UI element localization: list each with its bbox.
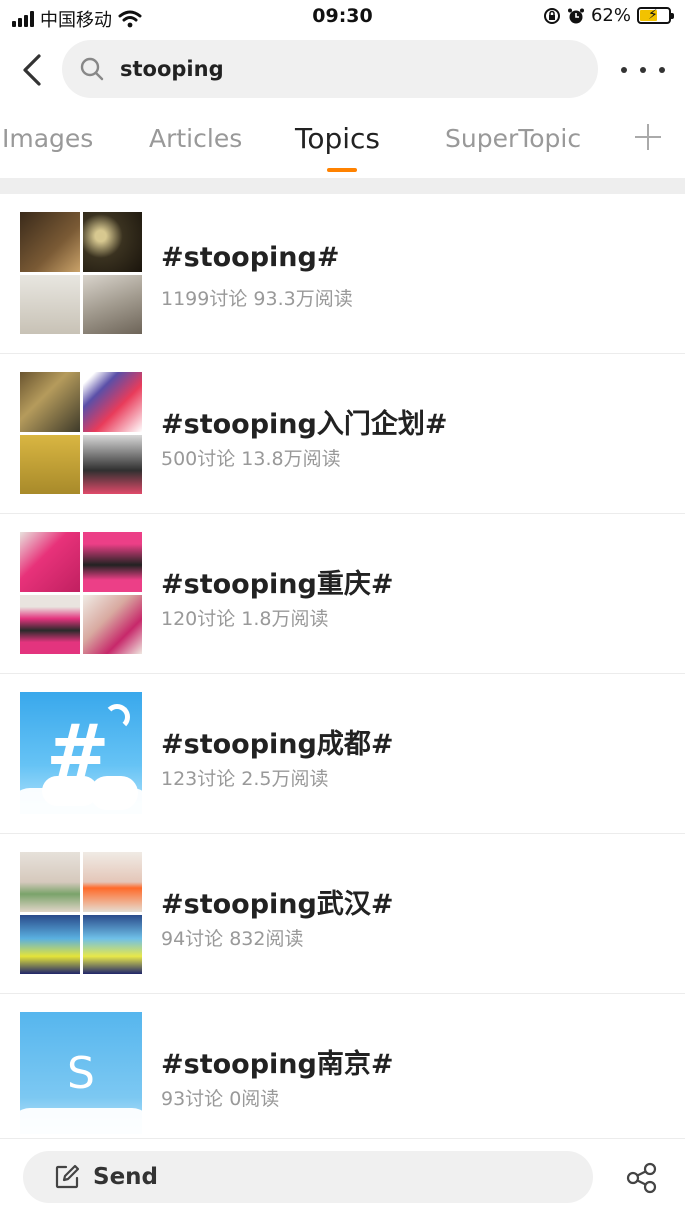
tab-images[interactable]: Images: [2, 124, 93, 153]
thumbnail-photo: [82, 212, 142, 272]
topic-title: #stooping入门企划#: [161, 409, 448, 440]
battery-percent: 62%: [590, 5, 631, 26]
topic-stats: 500讨论 13.8万阅读: [161, 448, 341, 470]
topic-stats: 123讨论 2.5万阅读: [161, 768, 329, 790]
edit-icon: [53, 1163, 81, 1191]
search-header: [0, 38, 685, 102]
topic-thumbnail: [20, 852, 142, 974]
topic-thumbnail: [20, 212, 142, 334]
avatar-letter: S: [67, 1048, 95, 1099]
chevron-left-icon: [23, 54, 41, 86]
topic-title: #stooping南京#: [161, 1049, 394, 1080]
status-bar: 中国移动 09:30 62% ⚡: [0, 0, 685, 34]
share-button[interactable]: [625, 1161, 659, 1195]
thumbnail-photo: [82, 274, 142, 334]
topic-item[interactable]: #stooping重庆# 120讨论 1.8万阅读: [0, 514, 685, 674]
hashtag-wifi-icon: #: [20, 692, 142, 814]
share-icon: [626, 1162, 657, 1194]
topic-list: #stooping# 1199讨论 93.3万阅读 #stooping入门企划#…: [0, 194, 685, 1154]
add-tab-button[interactable]: [633, 122, 663, 152]
battery-icon: ⚡: [637, 7, 674, 24]
bottom-bar: Send: [0, 1138, 685, 1209]
topic-thumbnail: #: [20, 692, 142, 814]
thumbnail-photo: [20, 594, 80, 654]
thumbnail-photo: [20, 274, 80, 334]
thumbnail-photo: [20, 372, 80, 432]
active-tab-indicator: [327, 168, 357, 172]
search-tabs: Images Articles Topics SuperTopic: [0, 110, 685, 176]
back-button[interactable]: [14, 50, 50, 90]
tab-supertopic[interactable]: SuperTopic: [445, 124, 581, 153]
more-dot-icon: [621, 67, 627, 73]
thumbnail-photo: [82, 434, 142, 494]
thumbnail-photo: [82, 594, 142, 654]
search-input[interactable]: [120, 57, 540, 81]
topic-item[interactable]: # #stooping成都# 123讨论 2.5万阅读: [0, 674, 685, 834]
more-options-button[interactable]: [621, 56, 665, 84]
topic-stats: 1199讨论 93.3万阅读: [161, 288, 353, 310]
send-label: Send: [93, 1164, 159, 1190]
topic-stats: 120讨论 1.8万阅读: [161, 608, 329, 630]
topic-title: #stooping成都#: [161, 729, 394, 760]
topic-title: #stooping武汉#: [161, 889, 394, 920]
topic-stats: 93讨论 0阅读: [161, 1088, 280, 1110]
topic-item[interactable]: #stooping入门企划# 500讨论 13.8万阅读: [0, 354, 685, 514]
lock-rotation-icon: [543, 7, 560, 24]
topic-thumbnail: S: [20, 1012, 142, 1134]
thumbnail-photo: [20, 434, 80, 494]
thumbnail-photo: [20, 914, 80, 974]
tab-topics[interactable]: Topics: [295, 122, 380, 155]
thumbnail-photo: [20, 532, 80, 592]
letter-avatar: S: [20, 1012, 142, 1134]
section-divider: [0, 178, 685, 194]
thumbnail-photo: [82, 372, 142, 432]
more-dot-icon: [640, 67, 646, 73]
alarm-icon: [567, 8, 584, 23]
more-dot-icon: [659, 67, 665, 73]
topic-item[interactable]: #stooping# 1199讨论 93.3万阅读: [0, 194, 685, 354]
topic-thumbnail: [20, 532, 142, 654]
topic-item[interactable]: #stooping武汉# 94讨论 832阅读: [0, 834, 685, 994]
status-right: 62% ⚡: [543, 5, 674, 26]
thumbnail-photo: [82, 532, 142, 592]
thumbnail-photo: [82, 914, 142, 974]
thumbnail-photo: [20, 212, 80, 272]
topic-stats: 94讨论 832阅读: [161, 928, 304, 950]
topic-title: #stooping#: [161, 242, 340, 273]
topic-thumbnail: [20, 372, 142, 494]
topic-title: #stooping重庆#: [161, 569, 394, 600]
send-post-button[interactable]: Send: [23, 1151, 593, 1203]
thumbnail-photo: [82, 852, 142, 912]
topic-item[interactable]: S #stooping南京# 93讨论 0阅读: [0, 994, 685, 1154]
thumbnail-photo: [20, 852, 80, 912]
search-icon: [78, 55, 106, 83]
tab-articles[interactable]: Articles: [149, 124, 242, 153]
search-bar[interactable]: [62, 40, 598, 98]
